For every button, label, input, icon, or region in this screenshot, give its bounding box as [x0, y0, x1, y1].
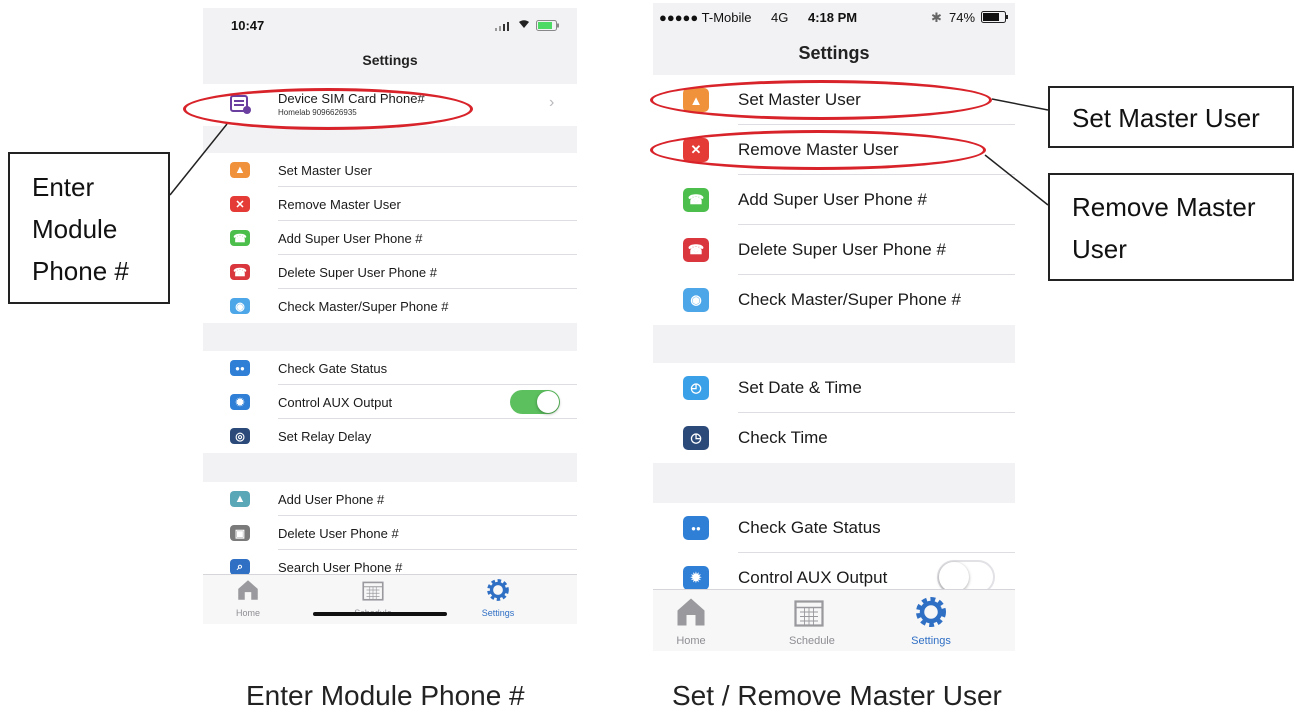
highlight-ellipse-remove-master — [650, 130, 986, 170]
caption-left: Enter Module Phone # — [246, 680, 525, 711]
callout-enter-module-phone: Enter Module Phone # — [8, 152, 170, 304]
callout-line: User — [1072, 234, 1127, 264]
leader-line-set-master — [991, 98, 1049, 111]
callout-set-master-user: Set Master User — [1048, 86, 1294, 148]
caption-right: Set / Remove Master User — [672, 680, 1002, 711]
highlight-ellipse-set-master — [650, 80, 992, 120]
leader-line-enter-module — [169, 123, 228, 196]
callout-line: Phone # — [32, 256, 129, 286]
callout-line: Enter — [32, 172, 95, 202]
highlight-ellipse-sim — [183, 88, 473, 130]
callout-remove-master-user: Remove Master User — [1048, 173, 1294, 281]
callout-line: Module — [32, 214, 118, 244]
leader-line-remove-master — [984, 154, 1049, 206]
callout-line: Set Master User — [1072, 103, 1260, 133]
callout-line: Remove Master — [1072, 192, 1256, 222]
